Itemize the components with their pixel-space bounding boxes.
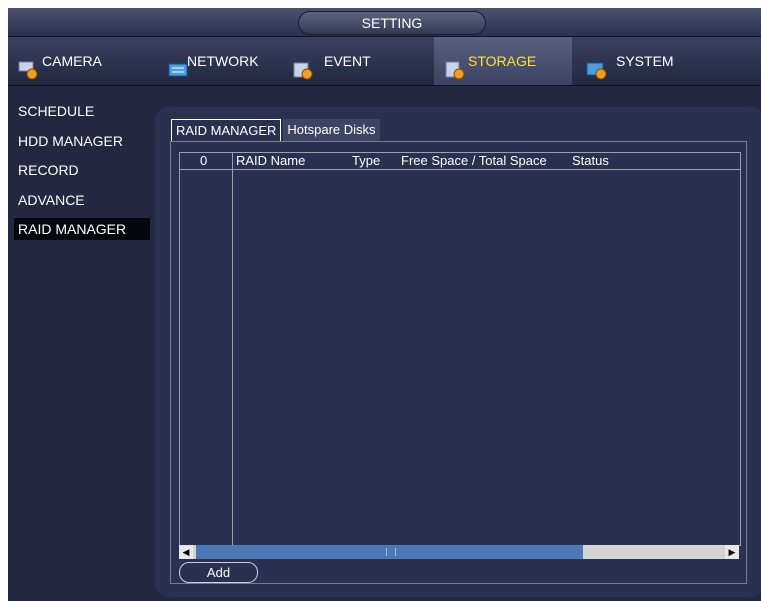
raid-table: 0 RAID Name Type Free Space / Total Spac… — [179, 152, 741, 546]
scrollbar-thumb[interactable] — [196, 545, 583, 559]
table-header: 0 RAID Name Type Free Space / Total Spac… — [180, 153, 740, 170]
index-column — [180, 153, 233, 545]
window-title: SETTING — [298, 11, 486, 35]
sub-tab-bar: RAID MANAGER Hotspare Disks — [171, 119, 380, 142]
scroll-left-icon[interactable]: ◀ — [179, 545, 193, 559]
sidebar-item-record[interactable]: RECORD — [14, 159, 150, 181]
column-header-index: 0 — [200, 153, 208, 168]
grip-icon — [386, 548, 396, 556]
sidebar-item-raid-manager[interactable]: RAID MANAGER — [14, 218, 150, 240]
sidebar-item-hdd-manager[interactable]: HDD MANAGER — [14, 130, 150, 152]
event-icon — [292, 51, 314, 80]
tab-event[interactable]: EVENT — [292, 37, 412, 85]
content-panel: RAID MANAGER Hotspare Disks 0 RAID Name … — [155, 107, 761, 597]
sidebar: SCHEDULE HDD MANAGER RECORD ADVANCE RAID… — [14, 100, 150, 248]
tab-network[interactable]: NETWORK — [168, 37, 288, 85]
column-header-status: Status — [572, 153, 609, 168]
tab-system[interactable]: SYSTEM — [586, 37, 706, 85]
storage-gear-icon — [444, 51, 466, 80]
tab-camera[interactable]: CAMERA — [18, 37, 138, 85]
sidebar-item-advance[interactable]: ADVANCE — [14, 189, 150, 211]
column-header-type: Type — [352, 153, 381, 168]
system-gear-icon — [586, 51, 608, 80]
column-header-raid-name: RAID Name — [236, 153, 306, 168]
content-frame: 0 RAID Name Type Free Space / Total Spac… — [170, 141, 747, 584]
tab-raid-manager[interactable]: RAID MANAGER — [171, 119, 282, 142]
settings-window: SETTING CAMERA NETWORK EVENT STORAGE SYS… — [8, 8, 761, 601]
column-header-free-total-space: Free Space / Total Space — [401, 153, 547, 168]
sidebar-item-schedule[interactable]: SCHEDULE — [14, 100, 150, 122]
tab-hotspare-disks[interactable]: Hotspare Disks — [283, 119, 380, 141]
add-button[interactable]: Add — [179, 562, 258, 583]
tab-storage[interactable]: STORAGE — [434, 37, 572, 85]
camera-gear-icon — [18, 51, 40, 80]
horizontal-scrollbar[interactable]: ◀ ▶ — [179, 545, 739, 559]
title-bar: SETTING — [8, 8, 761, 37]
main-tab-bar: CAMERA NETWORK EVENT STORAGE SYSTEM — [8, 37, 761, 86]
scroll-right-icon[interactable]: ▶ — [725, 545, 739, 559]
